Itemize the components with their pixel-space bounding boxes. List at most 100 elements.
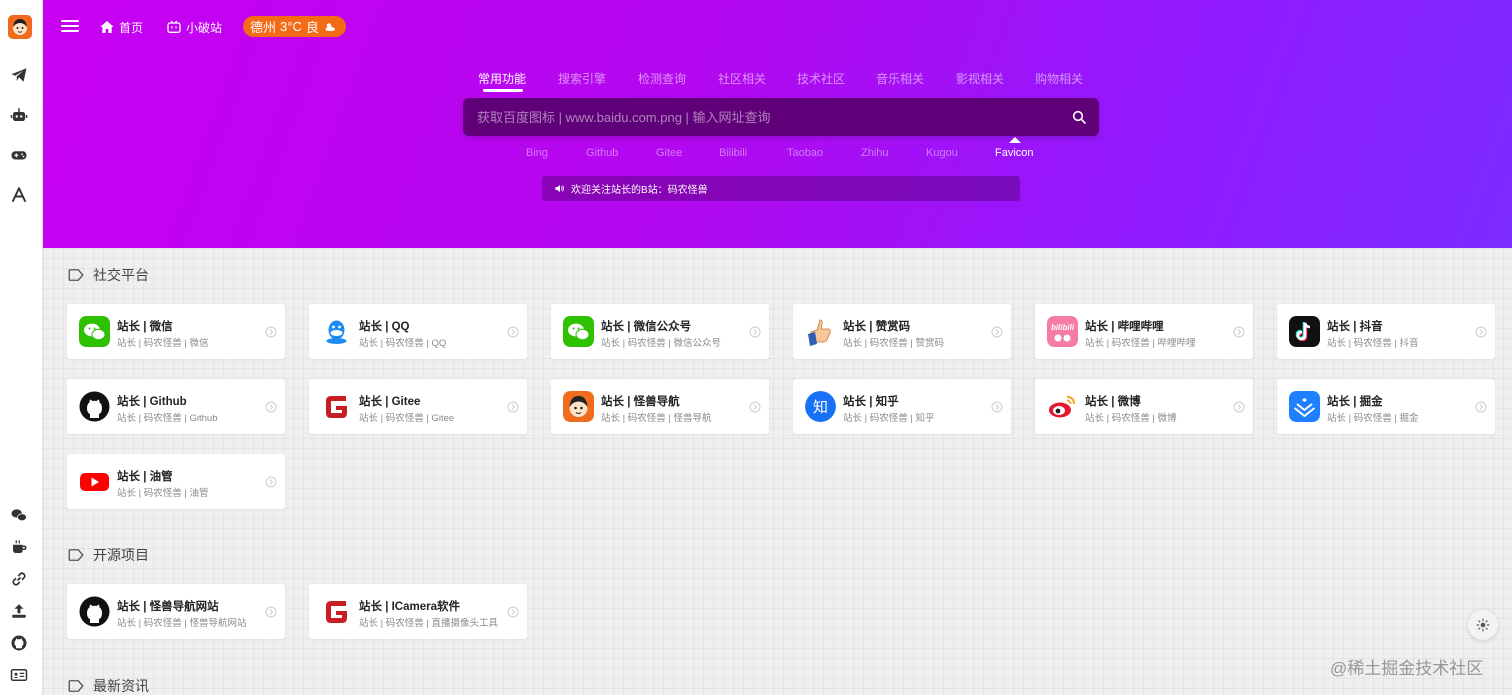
svg-text:知: 知 bbox=[813, 398, 828, 416]
card-desc: 站长 | 码农怪兽 | 知乎 bbox=[843, 413, 935, 424]
card-desc: 站长 | 码农怪兽 | 微信公众号 bbox=[601, 338, 721, 349]
chevron-right-icon bbox=[265, 400, 277, 413]
chevron-right-icon bbox=[507, 605, 519, 618]
active-engine-pointer bbox=[1009, 137, 1021, 143]
card-title: 站长 | 抖音 bbox=[1327, 321, 1383, 333]
nav-bilibili-link[interactable]: 小破站 bbox=[166, 18, 222, 36]
card-title: 站长 | 掘金 bbox=[1327, 396, 1383, 408]
card-desc: 站长 | 码农怪兽 | QQ bbox=[359, 338, 447, 349]
weibo-icon bbox=[1047, 391, 1078, 422]
card-monster-nav-site[interactable]: 站长 | 怪兽导航网站 站长 | 码农怪兽 | 怪兽导航网站 bbox=[67, 584, 285, 639]
menu-toggle-button[interactable] bbox=[61, 17, 79, 35]
home-icon bbox=[100, 21, 114, 33]
card-monster-nav[interactable]: 站长 | 怪兽导航 站长 | 码农怪兽 | 怪兽导航 bbox=[551, 379, 769, 434]
card-wechat[interactable]: 站长 | 微信 站长 | 码农怪兽 | 微信 bbox=[67, 304, 285, 359]
upload-icon[interactable] bbox=[10, 602, 28, 620]
card-donate[interactable]: 站长 | 赞赏码 站长 | 码农怪兽 | 赞赏码 bbox=[793, 304, 1011, 359]
link-icon[interactable] bbox=[10, 570, 28, 588]
chevron-right-icon bbox=[1475, 325, 1487, 338]
section-title-text: 最新资讯 bbox=[93, 678, 149, 694]
engine-taobao[interactable]: Taobao bbox=[787, 147, 823, 159]
card-desc: 站长 | 码农怪兽 | 微博 bbox=[1085, 413, 1177, 424]
search-icon[interactable] bbox=[1071, 109, 1087, 125]
weather-city: 德州 bbox=[250, 20, 277, 35]
tab-community[interactable]: 社区相关 bbox=[718, 70, 766, 87]
card-desc: 站长 | 码农怪兽 | 怪兽导航 bbox=[601, 413, 712, 424]
chevron-right-icon bbox=[507, 325, 519, 338]
sun-icon bbox=[1476, 618, 1490, 632]
tab-tech-community[interactable]: 技术社区 bbox=[797, 70, 845, 87]
cloud-sun-icon bbox=[325, 23, 335, 31]
tab-detection[interactable]: 检测查询 bbox=[638, 70, 686, 87]
card-title: 站长 | 知乎 bbox=[843, 396, 899, 408]
card-wechat-official[interactable]: 站长 | 微信公众号 站长 | 码农怪兽 | 微信公众号 bbox=[551, 304, 769, 359]
card-icamera[interactable]: 站长 | ICamera软件 站长 | 码农怪兽 | 直播摄像头工具 bbox=[309, 584, 527, 639]
theme-toggle-button[interactable] bbox=[1468, 610, 1498, 640]
card-youtube[interactable]: 站长 | 油管 站长 | 码农怪兽 | 油管 bbox=[67, 454, 285, 509]
card-desc: 站长 | 码农怪兽 | 抖音 bbox=[1327, 338, 1419, 349]
zhihu-icon: 知 bbox=[805, 391, 836, 422]
card-desc: 站长 | 码农怪兽 | 掘金 bbox=[1327, 413, 1419, 424]
coffee-icon[interactable] bbox=[10, 538, 28, 556]
card-qq[interactable]: 站长 | QQ 站长 | 码农怪兽 | QQ bbox=[309, 304, 527, 359]
gamepad-icon[interactable] bbox=[10, 146, 28, 164]
card-title: 站长 | Github bbox=[117, 396, 187, 408]
card-title: 站长 | 微博 bbox=[1085, 396, 1141, 408]
svg-text:bilibili: bilibili bbox=[1051, 323, 1075, 332]
search-category-tabs: 常用功能 搜索引擎 检测查询 社区相关 技术社区 音乐相关 影视相关 购物相关 bbox=[43, 70, 1512, 92]
search-input[interactable] bbox=[477, 98, 1057, 136]
engine-bilibili[interactable]: Bilibili bbox=[719, 147, 747, 159]
card-title: 站长 | 怪兽导航 bbox=[601, 396, 680, 408]
card-weibo[interactable]: 站长 | 微博 站长 | 码农怪兽 | 微博 bbox=[1035, 379, 1253, 434]
site-logo[interactable] bbox=[8, 15, 32, 39]
notice-bar: 欢迎关注站长的B站：码农怪兽 bbox=[542, 176, 1020, 201]
watermark: @稀土掘金技术社区 bbox=[1330, 659, 1484, 678]
engine-zhihu[interactable]: Zhihu bbox=[861, 147, 889, 159]
app-store-icon[interactable] bbox=[10, 186, 28, 204]
nav-bilibili-label: 小破站 bbox=[186, 20, 223, 35]
tab-video[interactable]: 影视相关 bbox=[956, 70, 1004, 87]
card-desc: 站长 | 码农怪兽 | 哔哩哔哩 bbox=[1085, 338, 1196, 349]
card-gitee[interactable]: 站长 | Gitee 站长 | 码农怪兽 | Gitee bbox=[309, 379, 527, 434]
engine-gitee[interactable]: Gitee bbox=[656, 147, 682, 159]
engine-bing[interactable]: Bing bbox=[526, 147, 548, 159]
chevron-right-icon bbox=[265, 605, 277, 618]
card-desc: 站长 | 码农怪兽 | 怪兽导航网站 bbox=[117, 618, 247, 629]
tab-common[interactable]: 常用功能 bbox=[478, 70, 526, 87]
card-desc: 站长 | 码农怪兽 | Github bbox=[117, 413, 218, 424]
card-title: 站长 | Gitee bbox=[359, 396, 421, 408]
youtube-icon bbox=[79, 466, 110, 497]
github-icon[interactable] bbox=[10, 634, 28, 652]
section-title-news: 最新资讯 bbox=[67, 676, 149, 695]
speaker-icon bbox=[555, 184, 564, 193]
engine-kugou[interactable]: Kugou bbox=[926, 147, 958, 159]
wechat-icon[interactable] bbox=[10, 506, 28, 524]
id-card-icon[interactable] bbox=[10, 666, 28, 684]
active-tab-indicator bbox=[483, 89, 523, 92]
engine-favicon[interactable]: Favicon bbox=[995, 147, 1034, 159]
card-desc: 站长 | 码农怪兽 | Gitee bbox=[359, 413, 455, 424]
card-zhihu[interactable]: 知 站长 | 知乎 站长 | 码农怪兽 | 知乎 bbox=[793, 379, 1011, 434]
card-github[interactable]: 站长 | Github 站长 | 码农怪兽 | Github bbox=[67, 379, 285, 434]
weather-temp: 3°C bbox=[280, 19, 302, 34]
search-engine-list: Bing Github Gitee Bilibili Taobao Zhihu … bbox=[43, 137, 1512, 163]
douyin-icon bbox=[1289, 316, 1320, 347]
card-desc: 站长 | 码农怪兽 | 微信 bbox=[117, 338, 209, 349]
robot-icon[interactable] bbox=[10, 106, 28, 124]
card-desc: 站长 | 码农怪兽 | 赞赏码 bbox=[843, 338, 944, 349]
weather-badge[interactable]: 德州 3°C 良 bbox=[243, 16, 346, 37]
card-title: 站长 | 微信公众号 bbox=[601, 321, 692, 333]
nav-home-link[interactable]: 首页 bbox=[99, 18, 143, 36]
card-bilibili[interactable]: bilibili 站长 | 哔哩哔哩 站长 | 码农怪兽 | 哔哩哔哩 bbox=[1035, 304, 1253, 359]
avatar-icon bbox=[8, 15, 32, 39]
tab-music[interactable]: 音乐相关 bbox=[876, 70, 924, 87]
paper-plane-icon[interactable] bbox=[10, 66, 28, 84]
wechat-icon bbox=[563, 316, 594, 347]
tag-icon bbox=[68, 549, 84, 561]
tab-shopping[interactable]: 购物相关 bbox=[1035, 70, 1083, 87]
engine-github[interactable]: Github bbox=[586, 147, 618, 159]
card-douyin[interactable]: 站长 | 抖音 站长 | 码农怪兽 | 抖音 bbox=[1277, 304, 1495, 359]
tab-search-engine[interactable]: 搜索引擎 bbox=[558, 70, 606, 87]
notice-text: 欢迎关注站长的B站：码农怪兽 bbox=[571, 185, 708, 196]
card-juejin[interactable]: 站长 | 掘金 站长 | 码农怪兽 | 掘金 bbox=[1277, 379, 1495, 434]
